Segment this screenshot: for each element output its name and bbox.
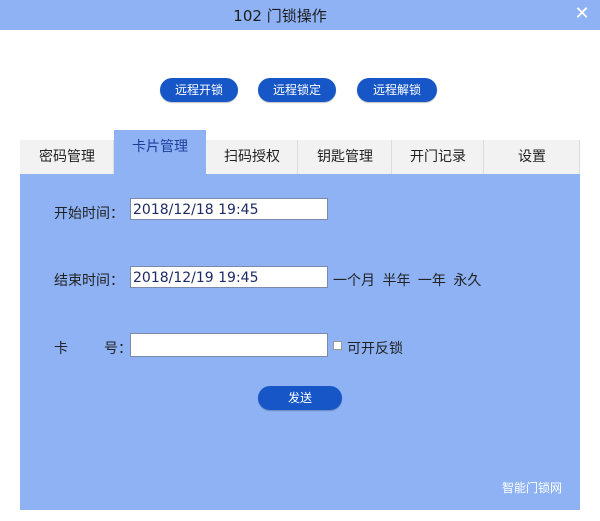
preset-one-year[interactable]: 一年 [418, 273, 446, 289]
card-management-panel: 开始时间： 2018/12/18 19:45 结束时间： 2018/12/19 … [20, 174, 580, 510]
tab-key-management[interactable]: 钥匙管理 [298, 140, 392, 174]
tab-bar: 密码管理 卡片管理 扫码授权 钥匙管理 开门记录 设置 [20, 130, 580, 174]
deadbolt-checkbox[interactable] [333, 341, 342, 350]
title-bar: 102 门锁操作 ✕ [0, 0, 600, 30]
send-button[interactable]: 发送 [258, 386, 342, 410]
card-number-label-left: 卡 [54, 341, 68, 357]
tab-settings[interactable]: 设置 [484, 140, 580, 174]
start-time-label: 开始时间： [54, 206, 124, 222]
deadbolt-checkbox-label: 可开反锁 [347, 341, 403, 357]
window-title: 102 门锁操作 [233, 7, 327, 25]
remote-open-button[interactable]: 远程开锁 [160, 78, 238, 102]
watermark-text: 智能门锁网 [501, 481, 562, 495]
end-time-label: 结束时间： [54, 273, 124, 289]
remote-unlock-button[interactable]: 远程解锁 [357, 78, 437, 102]
tab-scan-authorization[interactable]: 扫码授权 [206, 140, 298, 174]
preset-one-month[interactable]: 一个月 [333, 273, 375, 289]
card-number-input[interactable] [130, 333, 328, 357]
preset-permanent[interactable]: 永久 [453, 273, 481, 289]
start-time-input[interactable]: 2018/12/18 19:45 [130, 198, 328, 220]
close-icon[interactable]: ✕ [572, 4, 592, 24]
card-number-label-right: 号： [104, 341, 132, 357]
remote-actions: 远程开锁 远程锁定 远程解锁 [0, 78, 600, 104]
tab-open-records[interactable]: 开门记录 [392, 140, 484, 174]
tab-card-management[interactable]: 卡片管理 [114, 130, 206, 174]
tab-password-management[interactable]: 密码管理 [20, 140, 114, 174]
preset-half-year[interactable]: 半年 [382, 273, 410, 289]
remote-lock-button[interactable]: 远程锁定 [258, 78, 336, 102]
duration-presets: 一个月 半年 一年 永久 [333, 270, 484, 290]
end-time-input[interactable]: 2018/12/19 19:45 [130, 266, 328, 288]
